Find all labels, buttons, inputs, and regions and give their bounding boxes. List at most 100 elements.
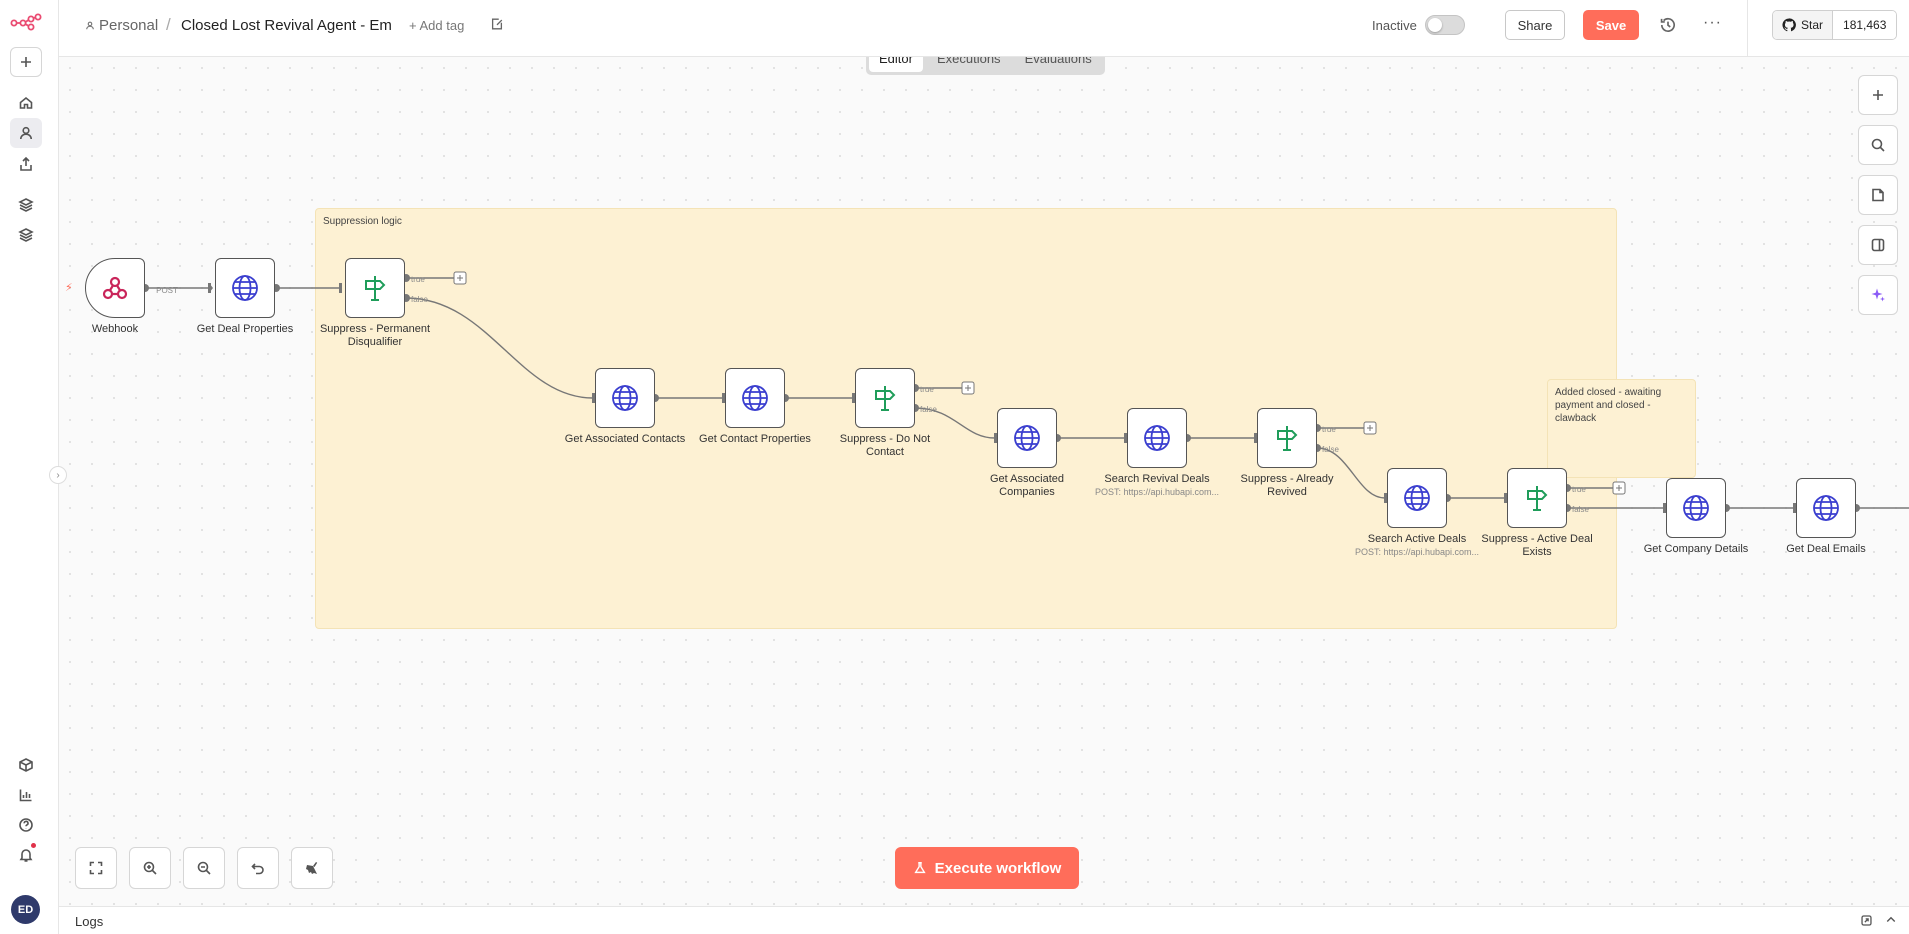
- search-icon: [1871, 138, 1885, 152]
- add-node-button[interactable]: [1858, 75, 1898, 115]
- activation-status-label: Inactive: [1372, 18, 1417, 33]
- node-suppress-already-revived[interactable]: [1257, 408, 1317, 468]
- popout-icon[interactable]: [1860, 914, 1873, 927]
- logs-label: Logs: [75, 914, 104, 929]
- node-label: Get Company Details: [1643, 543, 1749, 555]
- fit-view-button[interactable]: [75, 847, 117, 889]
- github-star-button[interactable]: Star: [1773, 11, 1834, 39]
- node-label: Get Associated Companies: [990, 473, 1064, 498]
- edge-label-false: false: [920, 405, 937, 414]
- edge-label-false: false: [411, 295, 428, 304]
- signpost-icon: [1277, 426, 1298, 451]
- layers-icon: [18, 198, 34, 212]
- node-subtitle: POST: https://api.hubapi.com...: [1094, 487, 1220, 497]
- node-subtitle: POST: https://api.hubapi.com...: [1354, 547, 1480, 557]
- sidebar-item-help[interactable]: [10, 810, 42, 840]
- node-get-deal-emails[interactable]: [1796, 478, 1856, 538]
- user-icon: [20, 126, 32, 140]
- globe-icon: [1813, 495, 1839, 521]
- sidebar-item-overview[interactable]: [10, 88, 42, 118]
- node-get-associated-companies[interactable]: [997, 408, 1057, 468]
- logs-panel-bar[interactable]: Logs: [59, 906, 1909, 934]
- node-search-revival-deals[interactable]: [1127, 408, 1187, 468]
- zoom-out-icon: [197, 861, 211, 875]
- broom-icon: [306, 862, 318, 874]
- node-label: Webhook: [91, 323, 139, 335]
- bar-chart-icon: [19, 789, 32, 802]
- node-get-company-details[interactable]: [1666, 478, 1726, 538]
- sidebar-item-personal[interactable]: [10, 118, 42, 148]
- save-button[interactable]: Save: [1583, 10, 1639, 40]
- node-suppress-active-deal-exists[interactable]: [1507, 468, 1567, 528]
- ai-assistant-button[interactable]: [1858, 275, 1898, 315]
- tab-evaluations[interactable]: Evaluations: [1015, 57, 1102, 72]
- zoom-in-button[interactable]: [129, 847, 171, 889]
- edge-label-true: true: [920, 385, 934, 394]
- execute-workflow-button[interactable]: Execute workflow: [895, 847, 1079, 889]
- add-tag-button[interactable]: + Add tag: [409, 18, 464, 33]
- toggle-knob: [1428, 18, 1442, 32]
- node-label: Get Deal Properties: [196, 323, 294, 335]
- box-icon: [19, 758, 33, 772]
- more-options-icon[interactable]: ···: [1703, 14, 1722, 32]
- notification-badge: [31, 843, 36, 848]
- undo-button[interactable]: [237, 847, 279, 889]
- header-divider: [1747, 0, 1748, 57]
- sidebar-item-project-2[interactable]: [10, 220, 42, 250]
- node-get-associated-contacts[interactable]: [595, 368, 655, 428]
- sidebar-panel-icon: [1871, 238, 1885, 252]
- sidebar-item-shared[interactable]: [10, 149, 42, 179]
- node-suppress-permanent-disqualifier[interactable]: [345, 258, 405, 318]
- tab-executions[interactable]: Executions: [927, 57, 1011, 72]
- globe-icon: [1014, 425, 1040, 451]
- webhook-icon: [102, 276, 128, 300]
- owner-label: Personal: [99, 17, 159, 34]
- create-button[interactable]: [10, 47, 42, 77]
- activation-toggle[interactable]: [1425, 15, 1465, 35]
- history-icon[interactable]: [1659, 16, 1677, 34]
- sidebar-item-notifications[interactable]: [10, 840, 42, 870]
- node-label: Search Active Deals: [1367, 533, 1467, 545]
- toggle-panel-button[interactable]: [1858, 225, 1898, 265]
- avatar[interactable]: ED: [11, 895, 40, 924]
- edge-label-true: true: [1322, 425, 1336, 434]
- flask-icon: [914, 862, 926, 874]
- edit-description-icon[interactable]: [490, 17, 504, 31]
- node-search-active-deals[interactable]: [1387, 468, 1447, 528]
- tab-editor[interactable]: Editor: [869, 57, 923, 72]
- add-sticky-button[interactable]: [1858, 175, 1898, 215]
- node-label: Suppress - Already Revived: [1240, 473, 1334, 498]
- sidebar-item-templates[interactable]: [10, 750, 42, 780]
- workflow-canvas[interactable]: Editor Executions Evaluations Suppressio…: [59, 57, 1909, 907]
- zoom-out-button[interactable]: [183, 847, 225, 889]
- sidebar-item-project-1[interactable]: [10, 190, 42, 220]
- edge-label-true: true: [1572, 485, 1586, 494]
- search-nodes-button[interactable]: [1858, 125, 1898, 165]
- breadcrumb-owner[interactable]: Personal: [85, 17, 158, 34]
- signpost-icon: [875, 386, 896, 411]
- signpost-icon: [365, 276, 386, 301]
- signpost-icon: [1527, 486, 1548, 511]
- share-icon: [20, 156, 32, 171]
- bell-icon: [19, 849, 33, 862]
- breadcrumb-separator: /: [166, 15, 171, 34]
- expand-sidebar-button[interactable]: ›: [49, 466, 67, 484]
- trigger-bolt-icon: ⚡: [65, 282, 73, 294]
- tidy-up-button[interactable]: [291, 847, 333, 889]
- node-label: Get Associated Contacts: [564, 433, 686, 445]
- node-label: Suppress - Permanent Disqualifier: [319, 323, 431, 348]
- help-icon: [19, 818, 33, 832]
- node-webhook[interactable]: [85, 258, 145, 318]
- edge-label-true: true: [411, 275, 425, 284]
- plus-icon: [1873, 90, 1883, 100]
- node-get-deal-properties[interactable]: [215, 258, 275, 318]
- sidebar-item-insights[interactable]: [10, 780, 42, 810]
- node-label: Suppress - Active Deal Exists: [1481, 533, 1593, 558]
- share-button[interactable]: Share: [1505, 10, 1565, 40]
- workflow-title[interactable]: Closed Lost Revival Agent - Em: [181, 17, 392, 34]
- node-get-contact-properties[interactable]: [725, 368, 785, 428]
- chevron-up-icon[interactable]: [1885, 914, 1897, 926]
- node-suppress-do-not-contact[interactable]: [855, 368, 915, 428]
- github-star-widget[interactable]: Star 181,463: [1772, 10, 1898, 40]
- n8n-logo-icon[interactable]: [10, 12, 42, 32]
